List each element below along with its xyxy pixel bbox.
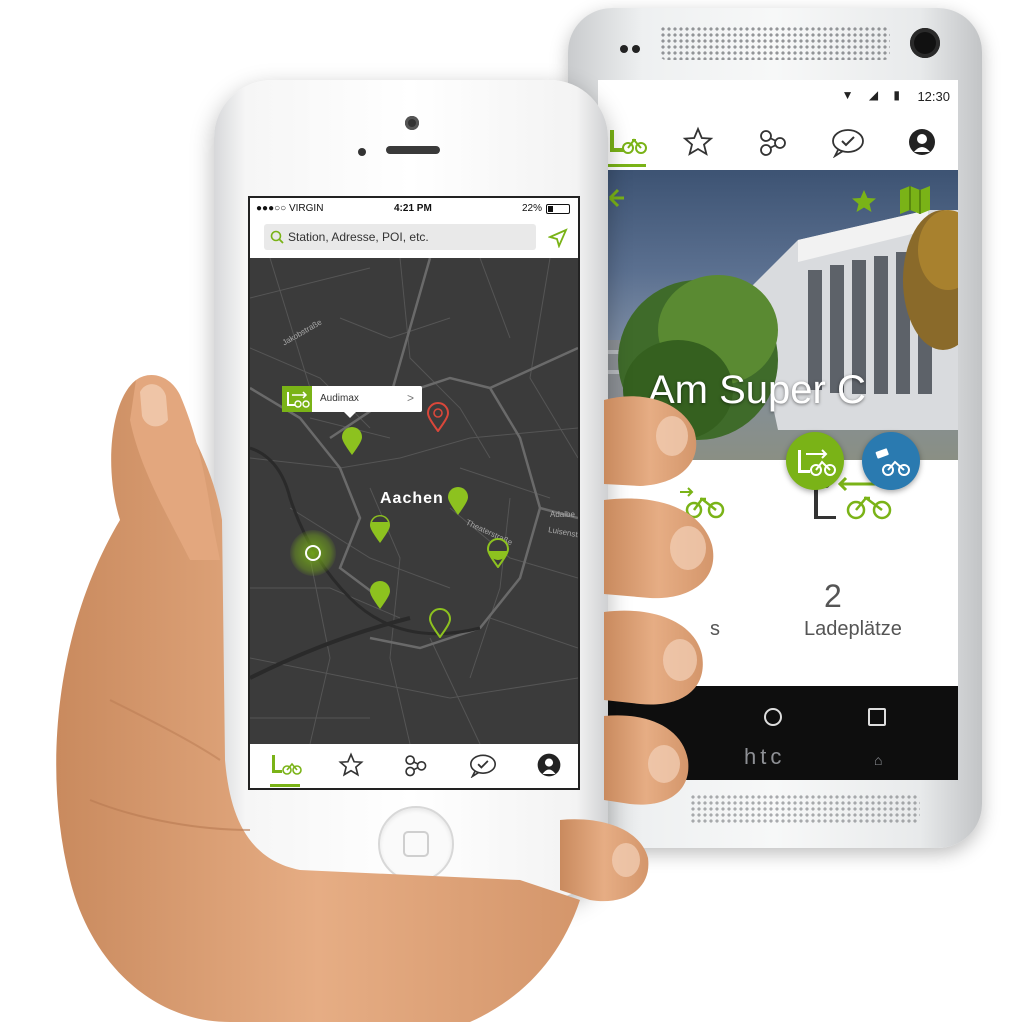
home-nav-icon[interactable]: [764, 708, 782, 726]
htc-front-camera: [910, 28, 940, 58]
station-callout[interactable]: Audimax >: [282, 386, 422, 418]
charging-slots-count: 2: [824, 578, 842, 614]
active-tab-indicator: [608, 164, 646, 167]
poi-pin-icon[interactable]: [426, 402, 450, 432]
station-pin-partial-icon[interactable]: [486, 538, 510, 568]
bike-station-tab-icon[interactable]: [270, 752, 302, 787]
station-info-panel: s 2 Ladeplätze: [598, 460, 958, 686]
htc-screen: ▼ ◢ ▮ 12:30 Am Super C s 2 Ladeplätze ht…: [598, 80, 958, 780]
htc-nav-bar: htc ⌂: [598, 686, 958, 780]
station-pin-icon[interactable]: [446, 486, 470, 516]
charging-slots-label: Ladeplätze: [804, 618, 902, 640]
callout-pointer: [344, 412, 356, 418]
battery-icon: [546, 204, 570, 214]
star-tab-icon[interactable]: [338, 752, 364, 778]
station-pin-half-icon[interactable]: [368, 514, 392, 544]
htc-sensors: [620, 40, 646, 53]
iphone-front-camera: [405, 116, 419, 130]
iphone-sensor: [358, 148, 366, 156]
recents-nav-icon[interactable]: [868, 708, 886, 726]
return-bike-button[interactable]: [786, 432, 844, 490]
htc-speaker-top: [660, 26, 890, 60]
star-tab-icon[interactable]: [682, 126, 722, 158]
status-time: 12:30: [917, 89, 950, 104]
search-icon: [270, 230, 284, 244]
bike-station-tab-icon[interactable]: [608, 126, 648, 167]
active-tab-indicator: [270, 784, 300, 787]
map-icon[interactable]: [900, 186, 930, 214]
chevron-right-icon: >: [406, 391, 414, 405]
htc-status-bar: ▼ ◢ ▮ 12:30: [598, 80, 958, 114]
iphone-status-bar: ●●●○○ VIRGIN 4:21 PM 22%: [250, 198, 578, 218]
rent-bike-icon: [875, 448, 910, 476]
htc-tab-bar: [598, 114, 958, 171]
current-location-dot-icon: [305, 545, 321, 561]
current-location-marker: [290, 530, 336, 576]
profile-tab-icon[interactable]: [906, 126, 946, 158]
status-time: 4:21 PM: [394, 203, 432, 214]
bike-available-icon: [678, 480, 728, 525]
city-label: Aachen: [380, 490, 444, 507]
search-placeholder: Station, Adresse, POI, etc.: [288, 230, 429, 244]
signal-icon: ▼ ◢ ▮: [841, 88, 906, 102]
other-label-fragment: s: [710, 618, 720, 640]
callout-label: Audimax: [320, 393, 359, 404]
location-arrow-icon[interactable]: [548, 228, 568, 248]
search-input[interactable]: Station, Adresse, POI, etc.: [264, 224, 536, 250]
battery-percent: 22%: [521, 203, 542, 214]
iphone-tab-bar: [250, 744, 578, 788]
home-square-icon: [403, 831, 429, 857]
station-photo: Am Super C: [598, 170, 958, 460]
carrier: ●●●○○ VIRGIN: [256, 203, 324, 214]
iphone-screen: ●●●○○ VIRGIN 4:21 PM 22% Station, Adress…: [248, 196, 580, 790]
chat-tab-icon[interactable]: [468, 752, 498, 778]
return-bike-icon: [798, 449, 836, 476]
star-icon[interactable]: [852, 190, 876, 212]
profile-tab-icon[interactable]: [536, 752, 562, 778]
station-pin-icon[interactable]: [340, 426, 364, 456]
share-tab-icon[interactable]: [756, 126, 796, 158]
station-pin-icon[interactable]: [368, 580, 392, 610]
station-photo-illustration: [598, 186, 958, 450]
htc-logo: htc: [744, 744, 786, 769]
iphone-earpiece: [386, 146, 440, 154]
share-tab-icon[interactable]: [402, 752, 428, 778]
home-key-icon[interactable]: ⌂: [874, 752, 882, 768]
callout-station-icon: [282, 386, 312, 412]
back-arrow-icon[interactable]: [608, 188, 624, 208]
chat-tab-icon[interactable]: [830, 126, 870, 159]
street-label: Adalbe: [550, 510, 575, 519]
htc-speaker-bottom: [690, 794, 920, 824]
station-pin-empty-icon[interactable]: [428, 608, 452, 638]
station-title: Am Super C: [648, 368, 866, 412]
map-view[interactable]: Jakobstraße Theaterstraße Luisenstr. Ada…: [250, 258, 578, 744]
rent-bike-button[interactable]: [862, 432, 920, 490]
